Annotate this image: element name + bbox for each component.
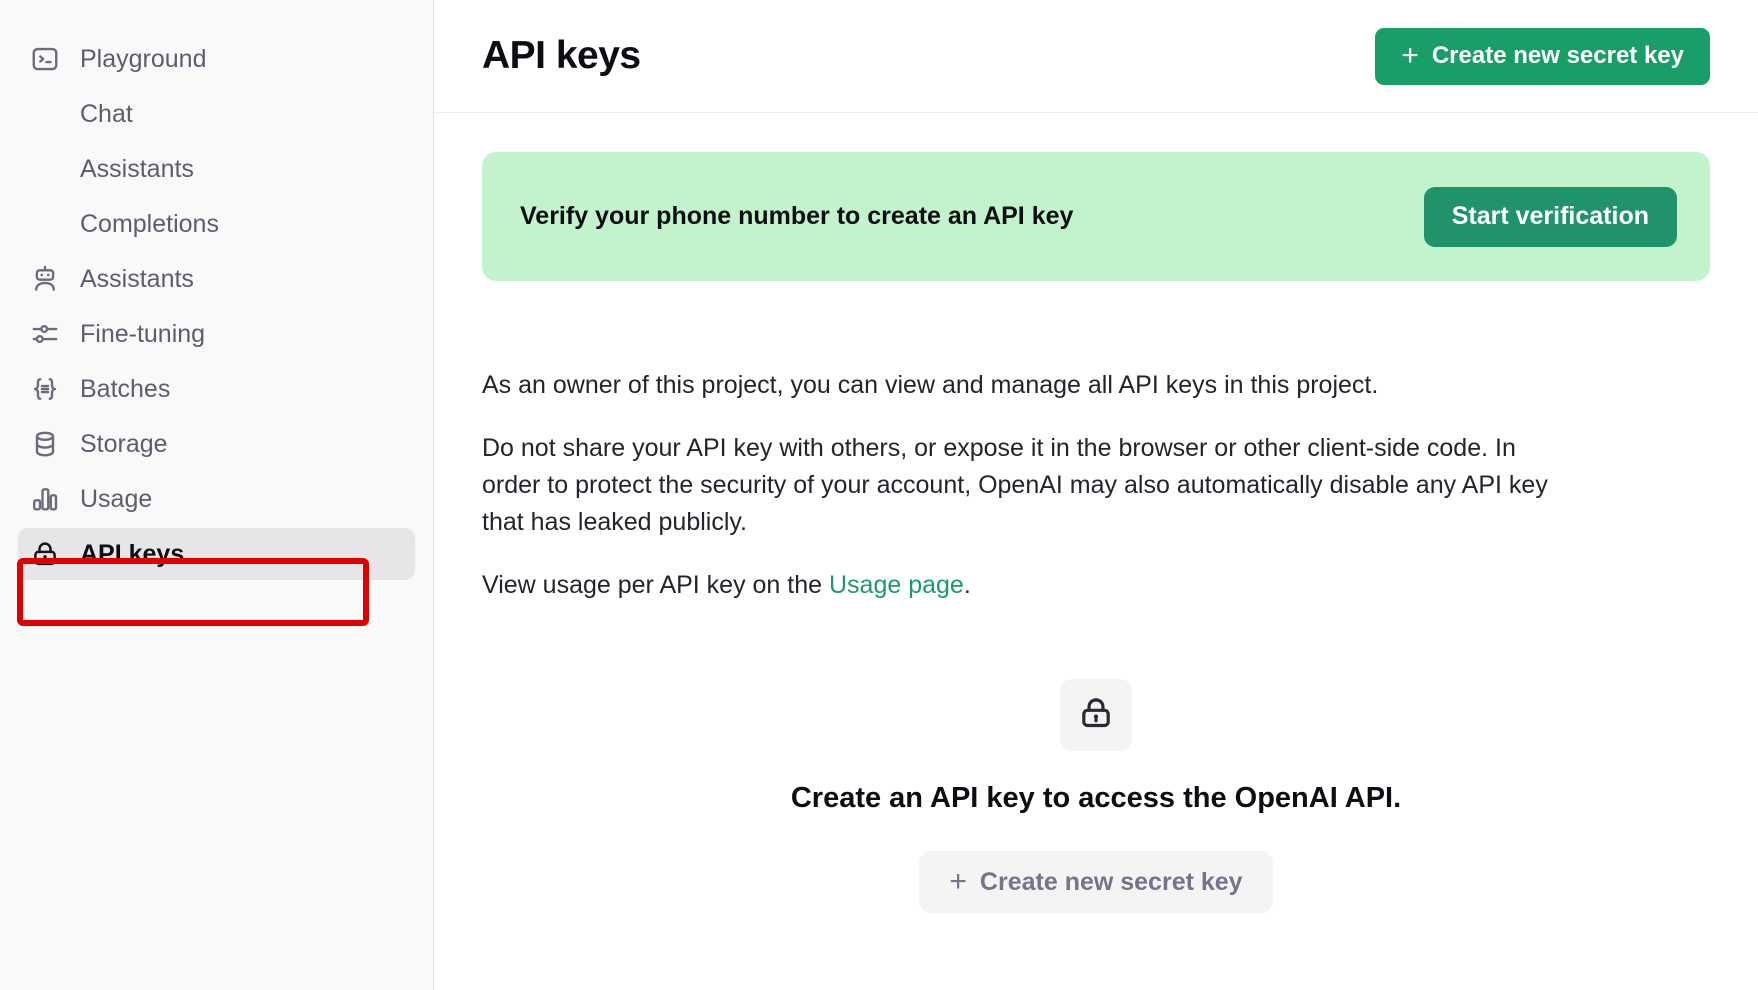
- page-title: API keys: [482, 34, 641, 77]
- empty-state-title: Create an API key to access the OpenAI A…: [790, 782, 1402, 814]
- sidebar-item-label: Playground: [80, 44, 207, 73]
- usage-paragraph-suffix: .: [963, 571, 971, 599]
- sidebar-item-completions[interactable]: Completions: [18, 198, 415, 250]
- sidebar-item-storage[interactable]: Storage: [18, 418, 415, 470]
- sidebar-item-playground[interactable]: Playground: [18, 33, 415, 85]
- empty-state: Create an API key to access the OpenAI A…: [482, 679, 1710, 913]
- sidebar-item-usage[interactable]: Usage: [18, 473, 415, 525]
- sidebar-item-label: Storage: [80, 429, 168, 458]
- app-root: Playground Chat Assistants Completions A…: [0, 0, 1758, 990]
- plus-icon: +: [1401, 39, 1419, 72]
- sidebar: Playground Chat Assistants Completions A…: [0, 0, 434, 990]
- terminal-icon: [30, 44, 66, 74]
- braces-icon: [30, 374, 66, 404]
- sidebar-item-chat[interactable]: Chat: [18, 88, 415, 140]
- empty-state-lock-badge: [1060, 679, 1132, 751]
- security-warning-paragraph: Do not share your API key with others, o…: [482, 434, 1548, 536]
- sidebar-item-fine-tuning[interactable]: Fine-tuning: [18, 308, 415, 360]
- lock-icon: [30, 539, 66, 569]
- banner-message: Verify your phone number to create an AP…: [520, 202, 1074, 230]
- sliders-icon: [30, 319, 66, 349]
- usage-link-paragraph: View usage per API key on the Usage page…: [482, 567, 1557, 604]
- sidebar-item-label: Completions: [80, 209, 219, 238]
- content-area: Verify your phone number to create an AP…: [434, 152, 1758, 913]
- start-verification-button[interactable]: Start verification: [1423, 186, 1677, 247]
- sidebar-item-batches[interactable]: Batches: [18, 363, 415, 415]
- sidebar-item-assistants[interactable]: Assistants: [18, 253, 415, 305]
- ownership-paragraph: As an owner of this project, you can vie…: [482, 371, 1379, 399]
- phone-verification-banner: Verify your phone number to create an AP…: [482, 152, 1710, 281]
- database-icon: [30, 429, 66, 459]
- sidebar-item-label: Batches: [80, 374, 171, 403]
- empty-state-create-key-button[interactable]: + Create new secret key: [919, 851, 1273, 913]
- main-content: API keys + Create new secret key Verify …: [434, 0, 1758, 990]
- sidebar-item-label: Assistants: [80, 154, 194, 183]
- sidebar-item-assistants-sub[interactable]: Assistants: [18, 143, 415, 195]
- usage-page-link[interactable]: Usage page: [829, 571, 964, 599]
- sidebar-item-api-keys[interactable]: API keys: [18, 528, 415, 580]
- sidebar-item-label: API keys: [80, 539, 185, 568]
- sidebar-item-label: Fine-tuning: [80, 319, 206, 348]
- empty-state-create-key-label: Create new secret key: [979, 867, 1243, 896]
- create-new-secret-key-label: Create new secret key: [1431, 42, 1684, 69]
- robot-icon: [30, 264, 66, 294]
- sidebar-item-label: Chat: [80, 99, 133, 128]
- sidebar-item-label: Assistants: [80, 264, 194, 293]
- page-header: API keys + Create new secret key: [434, 0, 1758, 113]
- lock-icon: [1077, 694, 1115, 737]
- barchart-icon: [30, 484, 66, 514]
- create-new-secret-key-button[interactable]: + Create new secret key: [1375, 27, 1710, 85]
- plus-icon: +: [949, 865, 967, 898]
- sidebar-item-label: Usage: [80, 484, 153, 513]
- usage-paragraph-prefix: View usage per API key on the: [482, 571, 829, 599]
